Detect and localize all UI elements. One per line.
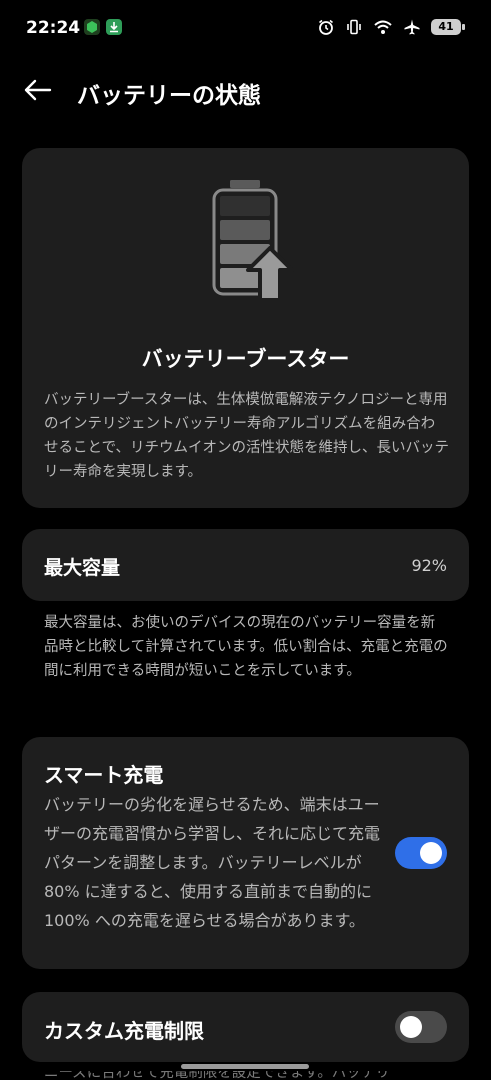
app-bar: バッテリーの状態 [0, 64, 491, 116]
alarm-icon [317, 18, 335, 36]
back-button[interactable] [20, 74, 56, 106]
arrow-left-icon [24, 79, 52, 101]
vibrate-icon [345, 18, 363, 36]
battery-icon: 41 [431, 19, 465, 35]
status-bar: 22:24 41 [0, 0, 491, 58]
smart-charging-card[interactable]: スマート充電 バッテリーの劣化を遅らせるため、端末はユーザーの充電習慣から学習し… [22, 737, 469, 969]
custom-charge-limit-title: カスタム充電制限 [44, 1019, 204, 1043]
custom-charge-limit-toggle[interactable] [395, 1011, 447, 1043]
smart-charging-description: バッテリーの劣化を遅らせるため、端末はユーザーの充電習慣から学習し、それに応じて… [44, 795, 381, 930]
page-title: バッテリーの状態 [77, 83, 261, 109]
max-capacity-value: 92% [411, 556, 447, 575]
battery-booster-description: バッテリーブースターは、生体模倣電解液テクノロジーと専用のインテリジェントバッテ… [44, 392, 449, 480]
battery-boost-icon [210, 178, 310, 308]
toggle-knob [420, 842, 442, 864]
battery-booster-title: バッテリーブースター [141, 347, 350, 371]
max-capacity-label: 最大容量 [44, 557, 121, 579]
max-capacity-note: 最大容量は、お使いのデバイスの現在のバッテリー容量を新品時と比較して計算されてい… [44, 615, 448, 679]
home-indicator[interactable] [181, 1064, 309, 1069]
custom-charge-limit-note-text: ニーズに合わせて充電制限を設定できます。バッテリ [44, 1071, 390, 1080]
status-icons: 41 [317, 16, 465, 38]
smart-charging-title: スマート充電 [44, 763, 164, 787]
max-capacity-row[interactable]: 最大容量 92% [22, 529, 469, 601]
custom-charge-limit-note: ニーズに合わせて充電制限を設定できます。バッテリ [44, 1071, 454, 1080]
custom-charge-limit-card[interactable]: カスタム充電制限 [22, 992, 469, 1062]
shield-app-icon [84, 19, 100, 35]
airplane-icon [403, 18, 421, 36]
wifi-icon [373, 18, 393, 36]
status-time: 22:24 [26, 18, 81, 38]
download-icon [106, 19, 122, 35]
battery-booster-card: バッテリーブースター バッテリーブースターは、生体模倣電解液テクノロジーと専用の… [22, 148, 469, 508]
smart-charging-toggle[interactable] [395, 837, 447, 869]
toggle-knob [400, 1016, 422, 1038]
